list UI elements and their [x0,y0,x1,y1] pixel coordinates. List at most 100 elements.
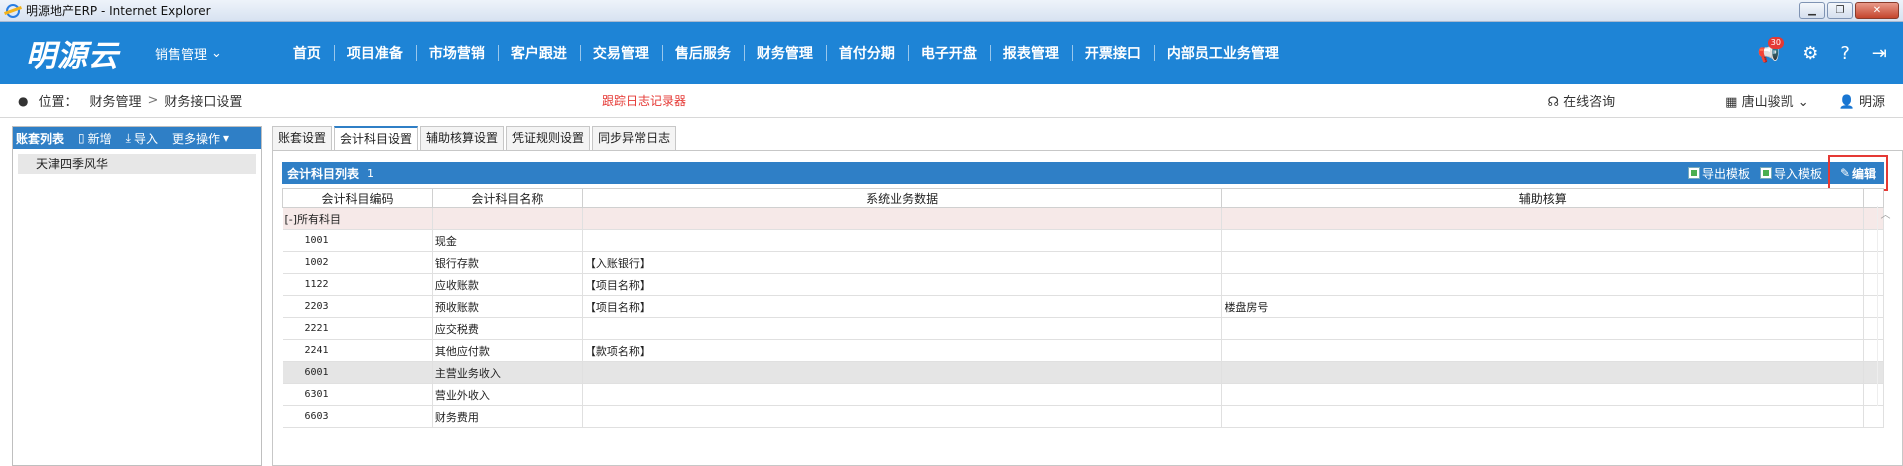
table-row[interactable]: 6301 营业外收入 [282,383,1885,406]
header-right-tools: ☊ 在线咨询 ▦ 唐山骏凯 ⌄ 👤 明源 [1547,91,1885,110]
tab-account-set[interactable]: 账套设置 [272,126,333,150]
nav-item[interactable]: 首页 [280,43,334,63]
table-row[interactable]: 6603 财务费用 [282,405,1885,428]
new-label: 新增 [87,131,112,146]
location-pin-icon: ● [18,93,29,108]
subject-code: 6603 [282,405,433,428]
nav-item[interactable]: 财务管理 [743,43,826,63]
import-template-label: 导入模板 [1773,166,1822,181]
auxiliary-accounting [1221,383,1864,406]
nav-item[interactable]: 首付分期 [825,43,908,63]
import-label: 导入 [133,131,158,146]
nav-item[interactable]: 售后服务 [661,43,744,63]
table-row[interactable]: 1002 银行存款 【入账银行】 [282,251,1885,274]
tab-auxiliary-accounting[interactable]: 辅助核算设置 [420,126,505,150]
business-data [582,361,1223,384]
subject-code: 6001 [282,361,433,384]
nav-item[interactable]: 市场营销 [415,43,498,63]
vertical-scrollbar[interactable]: ︿ [1877,206,1893,406]
table-row[interactable]: 1122 应收账款 【项目名称】 [282,273,1885,296]
account-set-header: 账套列表 ▯ 新增 ⤓ 导入 更多操作 ▾ [13,127,261,149]
nav-item[interactable]: 客户跟进 [497,43,580,63]
edit-button[interactable]: ✎ 编辑 [1828,155,1888,191]
subject-name: 财务费用 [432,405,583,428]
auxiliary-accounting [1221,405,1864,428]
import-button[interactable]: ⤓ 导入 [126,130,158,147]
grid-title-bar: 会计科目列表 1 导出模板 导入模板 ✎ 编辑 [282,155,1888,191]
table-row[interactable]: 2221 应交税费 [282,317,1885,340]
close-button[interactable]: ✕ [1855,2,1899,19]
minimize-button[interactable]: ▁ [1799,2,1825,19]
subject-name: 银行存款 [432,251,583,274]
download-icon: ⤓ [125,130,131,145]
sales-menu-dropdown[interactable]: 销售管理 ⌄ [155,44,222,63]
column-header-spacer [1862,188,1885,208]
log-recorder-link[interactable]: 跟踪日志记录器 [602,92,686,109]
table-cell [432,207,583,230]
ie-icon [6,3,20,18]
column-header[interactable]: 会计科目编码 [282,188,433,208]
subject-code: 1002 [282,251,433,274]
grid-title: 会计科目列表 [287,166,360,181]
settings-tabs: 账套设置 会计科目设置 辅助核算设置 凭证规则设置 同步异常日志 [272,126,678,150]
tree-root-cell[interactable]: [-]所有科目 [282,207,433,230]
table-cell [582,207,1223,230]
user-menu[interactable]: 👤 明源 [1839,91,1885,110]
auxiliary-accounting [1221,273,1864,296]
auxiliary-accounting: 楼盘房号 [1221,295,1864,318]
auxiliary-accounting [1221,361,1864,384]
chevron-down-icon: ⌄ [211,45,222,61]
account-set-item[interactable]: 天津四季风华 [18,154,256,174]
scroll-up-icon[interactable]: ︿ [1881,210,1891,221]
tab-voucher-rules[interactable]: 凭证规则设置 [506,126,591,150]
auxiliary-accounting [1221,251,1864,274]
new-button[interactable]: ▯ 新增 [78,130,112,147]
online-consult-link[interactable]: ☊ 在线咨询 [1547,91,1615,110]
table-row[interactable]: 2203 预收账款 【项目名称】 楼盘房号 [282,295,1885,318]
top-navigation: 明源云 销售管理 ⌄ 首页 项目准备 市场营销 客户跟进 交易管理 售后服务 财… [0,22,1903,84]
table-header-row: 会计科目编码 会计科目名称 系统业务数据 辅助核算 [282,188,1885,208]
building-icon: ▦ [1725,95,1738,110]
nav-item[interactable]: 内部员工业务管理 [1153,43,1292,63]
auxiliary-accounting [1221,339,1864,362]
notification-icon[interactable]: 📢 30 [1758,36,1784,64]
table-row[interactable]: 1001 现金 [282,229,1885,252]
column-header[interactable]: 辅助核算 [1221,188,1864,208]
business-data [582,229,1223,252]
table-cell [1221,207,1864,230]
table-row-selected[interactable]: 6001 主营业务收入 [282,361,1885,384]
tab-accounting-subjects[interactable]: 会计科目设置 [334,126,419,150]
table-row[interactable]: [-]所有科目 [282,207,1885,230]
export-template-label: 导出模板 [1701,166,1750,181]
restore-button[interactable]: ❐ [1827,2,1853,19]
logo[interactable]: 明源云 [26,31,119,75]
nav-item[interactable]: 项目准备 [333,43,416,63]
window-controls: ▁ ❐ ✕ [1799,2,1899,19]
more-actions-button[interactable]: 更多操作 ▾ [172,130,229,147]
tab-sync-error-log[interactable]: 同步异常日志 [592,126,677,150]
nav-item[interactable]: 电子开盘 [907,43,990,63]
logout-icon[interactable]: ⇥ [1872,43,1887,64]
subject-name: 现金 [432,229,583,252]
window-titlebar: 明源地产ERP - Internet Explorer ▁ ❐ ✕ [0,0,1903,22]
export-template-button[interactable]: 导出模板 [1687,165,1750,182]
edit-icon: ✎ [1839,166,1851,180]
breadcrumb-separator: > [147,93,159,108]
column-header[interactable]: 系统业务数据 [581,188,1223,208]
nav-item[interactable]: 交易管理 [579,43,662,63]
import-template-button[interactable]: 导入模板 [1759,165,1822,182]
edit-label: 编辑 [1852,166,1877,181]
gear-icon[interactable]: ⚙ [1802,43,1818,64]
nav-item[interactable]: 报表管理 [989,43,1072,63]
headset-icon: ☊ [1547,95,1559,110]
nav-item[interactable]: 开票接口 [1071,43,1154,63]
subject-name: 应交税费 [432,317,583,340]
column-header[interactable]: 会计科目名称 [431,188,583,208]
table-row[interactable]: 2241 其他应付款 【款项名称】 [282,339,1885,362]
help-icon[interactable]: ? [1840,43,1850,64]
company-selector[interactable]: ▦ 唐山骏凯 ⌄ [1725,91,1809,110]
subject-name: 其他应付款 [432,339,583,362]
window-title: 明源地产ERP - Internet Explorer [26,4,211,18]
subject-name: 主营业务收入 [432,361,583,384]
breadcrumb-item[interactable]: 财务管理 [90,91,142,110]
